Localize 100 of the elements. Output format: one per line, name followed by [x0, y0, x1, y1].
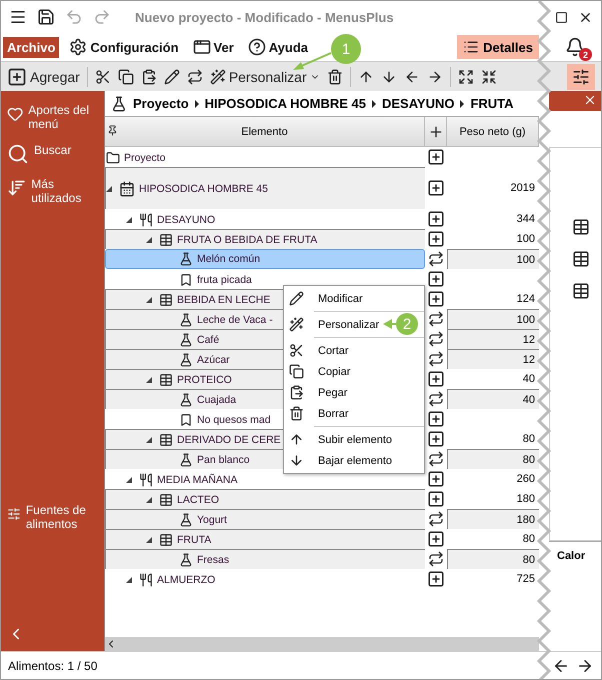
- copy-icon: [118, 68, 134, 84]
- swap-icon: [428, 251, 444, 267]
- notification-badge: 2: [579, 48, 592, 61]
- plus-icon: [427, 370, 445, 388]
- cutlery-icon: [139, 572, 153, 586]
- maximize-icon: [555, 10, 568, 24]
- window-title: Nuevo proyecto - Modificado - MenusPlus: [135, 10, 394, 24]
- close-icon: [583, 93, 597, 107]
- breadcrumb-item[interactable]: HIPOSODICA HOMBRE 45: [204, 96, 366, 111]
- plus-icon: [427, 430, 445, 448]
- plus-icon: [427, 490, 445, 508]
- breadcrumb-item[interactable]: Proyecto: [133, 96, 189, 111]
- breadcrumb-item[interactable]: DESAYUNO: [382, 96, 454, 111]
- add-column-button[interactable]: [425, 117, 447, 147]
- sidebar-item[interactable]: Más utilizados: [7, 177, 98, 205]
- arrow-down-icon: [380, 68, 397, 84]
- column-header[interactable]: Peso neto (g): [447, 117, 539, 147]
- flask-icon: [179, 332, 193, 346]
- save-icon: [37, 8, 55, 26]
- trash-icon: [326, 68, 343, 84]
- add-button[interactable]: Agregar: [7, 66, 80, 86]
- flask-icon: [179, 252, 193, 266]
- plus-icon: [427, 530, 445, 548]
- arrow-up-icon: [358, 68, 374, 84]
- weight-cell: 40: [447, 389, 539, 409]
- bookmark-icon: [179, 412, 193, 426]
- collapse-icon: [480, 68, 497, 84]
- paste-icon: [140, 68, 157, 84]
- swap-icon: [186, 68, 203, 84]
- menu-item[interactable]: Archivo: [3, 36, 60, 58]
- tree-row[interactable]: LACTEO: [105, 489, 425, 509]
- context-menu-item[interactable]: Bajar elemento: [284, 450, 392, 471]
- plus-icon: [427, 470, 445, 488]
- weight-cell: 12: [447, 349, 539, 369]
- help-icon: [248, 38, 266, 56]
- plus-icon: [427, 179, 445, 197]
- cutlery-icon: [139, 212, 153, 226]
- plus-icon: [427, 570, 445, 588]
- weight-cell: 80: [447, 449, 539, 469]
- folder-icon: [106, 150, 120, 164]
- tree-row[interactable]: Melón común: [105, 249, 425, 269]
- magic-wand-icon: [210, 68, 226, 84]
- callout-arrow: [383, 319, 396, 329]
- tree-row[interactable]: Yogurt: [105, 509, 425, 529]
- customize-button[interactable]: Personalizar: [210, 68, 320, 84]
- plus-icon: [428, 124, 444, 140]
- scissors-icon: [94, 68, 111, 84]
- table-icon: [572, 218, 590, 236]
- flask-icon: [179, 512, 193, 526]
- undo-icon: [65, 8, 83, 26]
- trash-icon: [289, 406, 304, 421]
- swap-icon: [428, 451, 444, 467]
- tree-row[interactable]: Fresas: [105, 549, 425, 569]
- separator-caret-icon: [372, 100, 376, 108]
- cutlery-icon: [139, 472, 153, 486]
- flask-icon: [179, 452, 193, 466]
- swap-icon: [428, 511, 444, 527]
- sidebar-item[interactable]: Aportes del menú: [7, 103, 98, 131]
- redo-icon: [93, 8, 111, 26]
- calendar-icon: [119, 180, 135, 196]
- flask-icon: [111, 96, 127, 112]
- swap-icon: [428, 331, 444, 347]
- menu-item[interactable]: Ayuda: [244, 35, 312, 59]
- context-menu-item[interactable]: Subir elemento: [284, 429, 392, 450]
- sidebar-item[interactable]: Buscar: [7, 143, 98, 165]
- list-icon: [463, 39, 480, 55]
- column-header[interactable]: Elemento: [105, 117, 425, 147]
- separator-caret-icon: [194, 100, 199, 108]
- plus-icon: [427, 290, 445, 308]
- arrow-down-icon: [289, 453, 304, 468]
- weight-cell: 12: [447, 329, 539, 349]
- column-header: Calor: [557, 550, 586, 562]
- bookmark-icon: [179, 272, 193, 286]
- separator-caret-icon: [460, 100, 464, 108]
- weight-cell: 80: [447, 549, 539, 569]
- tree-row[interactable]: HIPOSODICA HOMBRE 45: [105, 167, 425, 209]
- pencil-icon: [289, 291, 304, 306]
- gear-icon: [69, 38, 88, 56]
- settings-button[interactable]: [567, 64, 595, 90]
- plus-icon: [427, 230, 445, 248]
- expand-icon: [458, 68, 474, 84]
- pencil-icon: [164, 68, 180, 84]
- plus-icon: [427, 210, 445, 228]
- weight-cell: 180: [447, 509, 539, 529]
- breadcrumb-item[interactable]: FRUTA: [470, 96, 514, 111]
- table-icon: [572, 250, 590, 268]
- pin-icon: [107, 125, 118, 136]
- tree-row[interactable]: FRUTA O BEBIDA DE FRUTA: [105, 229, 425, 249]
- swap-icon: [428, 391, 444, 407]
- scissors-icon: [289, 343, 304, 358]
- tree-row[interactable]: FRUTA: [105, 529, 425, 549]
- sidebar-item[interactable]: Fuentes de alimentos: [7, 503, 98, 531]
- swap-icon: [428, 311, 444, 327]
- details-button[interactable]: Detalles: [457, 35, 539, 59]
- flask-icon: [179, 552, 193, 566]
- status-text: Alimentos: 1 / 50: [8, 658, 98, 672]
- step-callout: 1: [331, 34, 361, 64]
- menu-item[interactable]: Configuración: [65, 35, 183, 59]
- menu-item[interactable]: Ver: [188, 35, 238, 59]
- context-menu-item[interactable]: Modificar: [284, 288, 363, 309]
